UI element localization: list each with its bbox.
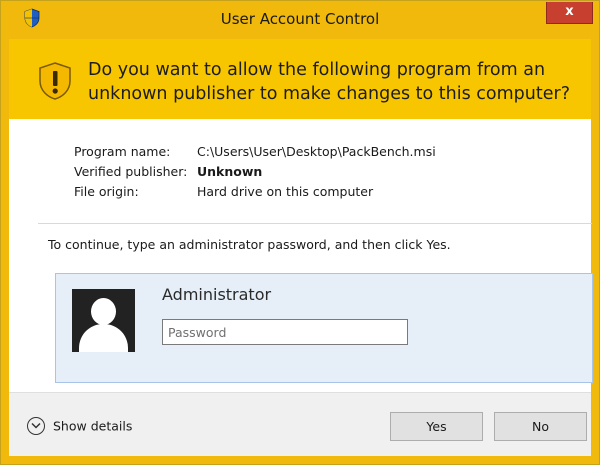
uac-dialog: User Account Control x Do you want to al… xyxy=(0,0,600,465)
yes-button[interactable]: Yes xyxy=(390,412,483,441)
publisher-value: Unknown xyxy=(197,164,263,179)
info-row-publisher: Verified publisher: Unknown xyxy=(74,162,436,182)
warning-banner: Do you want to allow the following progr… xyxy=(9,39,591,119)
account-name: Administrator xyxy=(162,285,272,304)
footer-bar: Show details Yes No xyxy=(9,392,591,456)
banner-question: Do you want to allow the following progr… xyxy=(88,60,570,104)
info-row-program-name: Program name: C:\Users\User\Desktop\PackB… xyxy=(74,142,436,162)
program-name-value: C:\Users\User\Desktop\PackBench.msi xyxy=(197,144,436,159)
section-divider xyxy=(38,223,592,224)
info-row-file-origin: File origin: Hard drive on this computer xyxy=(74,182,436,202)
close-icon: x xyxy=(565,4,574,19)
window-title: User Account Control xyxy=(220,10,380,28)
info-label: File origin: xyxy=(74,184,139,199)
warning-shield-icon xyxy=(39,62,71,100)
instruction-text: To continue, type an administrator passw… xyxy=(48,237,451,252)
info-label: Verified publisher: xyxy=(74,164,188,179)
credential-tile[interactable]: Administrator xyxy=(55,273,593,383)
content-area: Program name: C:\Users\User\Desktop\PackB… xyxy=(9,119,593,392)
user-avatar-icon xyxy=(72,289,135,352)
file-origin-value: Hard drive on this computer xyxy=(197,184,374,199)
chevron-down-circle-icon xyxy=(27,417,45,435)
no-button[interactable]: No xyxy=(494,412,587,441)
password-input[interactable] xyxy=(162,319,408,345)
program-info: Program name: C:\Users\User\Desktop\PackB… xyxy=(74,142,436,202)
title-bar: User Account Control x xyxy=(1,1,599,39)
info-label: Program name: xyxy=(74,144,171,159)
show-details-label: Show details xyxy=(53,418,133,434)
show-details-toggle[interactable]: Show details xyxy=(27,417,132,435)
close-button[interactable]: x xyxy=(546,2,593,24)
